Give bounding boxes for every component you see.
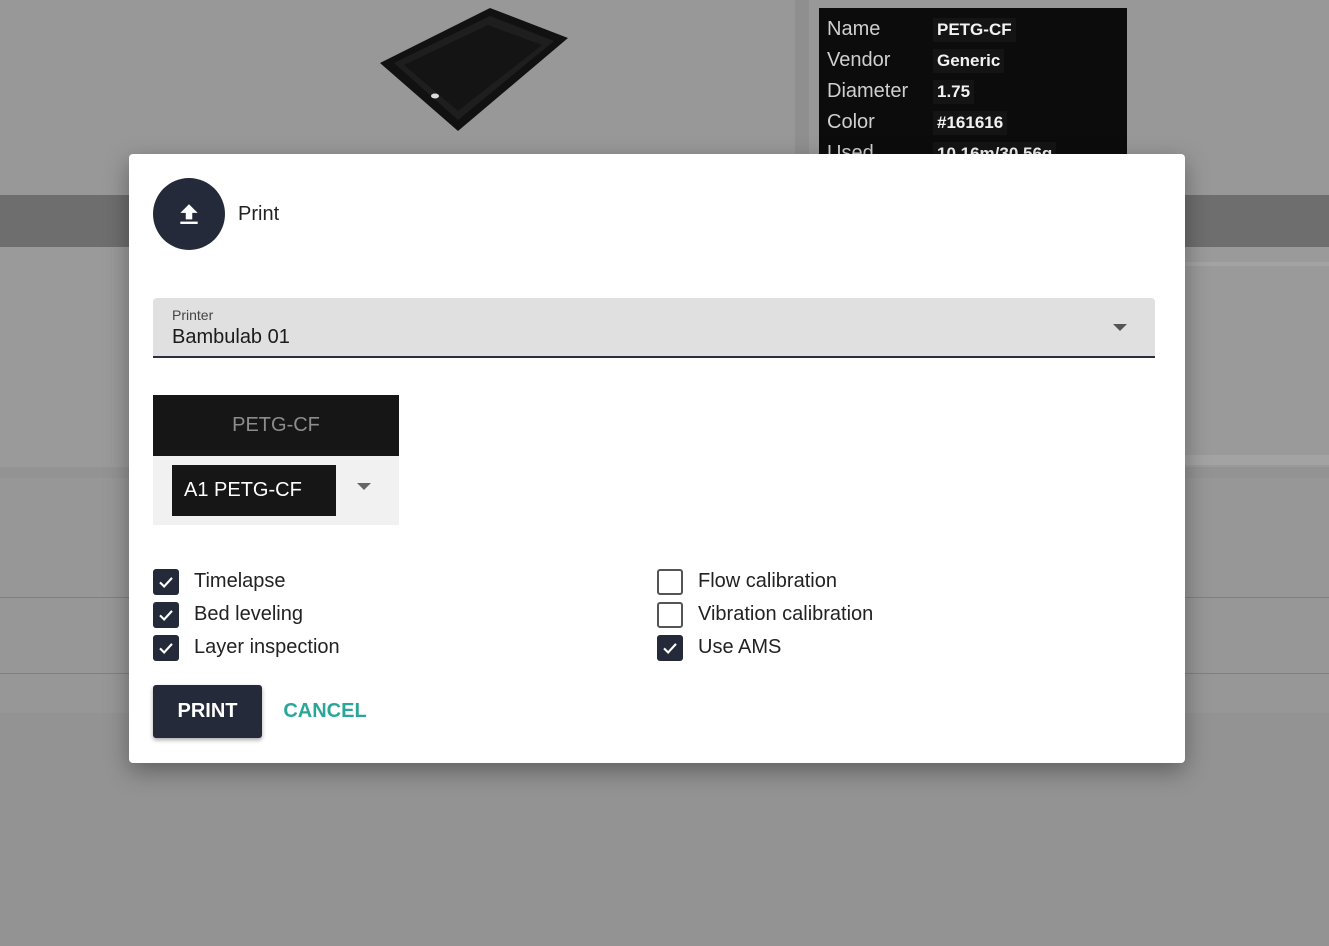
option-flow-calibration[interactable]: Flow calibration <box>657 565 873 598</box>
print-dialog: Print Printer Bambulab 01 PETG-CF A1 PET… <box>129 154 1185 763</box>
option-label: Flow calibration <box>698 570 837 592</box>
filament-info-panel: Name PETG-CF Vendor Generic Diameter 1.7… <box>819 8 1127 166</box>
checkbox-checked-icon[interactable] <box>153 634 179 661</box>
checkbox-unchecked-icon[interactable] <box>657 601 683 628</box>
checkbox-checked-icon[interactable] <box>153 568 179 595</box>
upload-icon <box>153 178 225 250</box>
info-key: Name <box>827 18 881 40</box>
cancel-button[interactable]: CANCEL <box>275 685 375 738</box>
info-row: Name PETG-CF <box>827 14 1119 45</box>
panel-divider <box>1180 455 1329 465</box>
info-key: Color <box>827 111 875 133</box>
print-button[interactable]: PRINT <box>153 685 262 738</box>
dialog-header: Print <box>153 178 279 250</box>
checkbox-unchecked-icon[interactable] <box>657 568 683 595</box>
filament-card: PETG-CF A1 PETG-CF <box>153 395 399 525</box>
option-bed-leveling[interactable]: Bed leveling <box>153 598 340 631</box>
option-label: Timelapse <box>194 570 286 592</box>
printer-select-label: Printer <box>172 307 214 323</box>
options-right: Flow calibration Vibration calibration U… <box>657 565 873 664</box>
info-key: Vendor <box>827 49 891 71</box>
option-layer-inspection[interactable]: Layer inspection <box>153 631 340 664</box>
option-label: Vibration calibration <box>698 603 874 625</box>
info-row: Diameter 1.75 <box>827 76 1119 107</box>
info-row: Color #161616 <box>827 107 1119 138</box>
printer-select-value: Bambulab 01 <box>172 326 290 348</box>
dropdown-arrow-icon <box>1113 324 1127 331</box>
panel-divider <box>1180 262 1329 266</box>
checkbox-checked-icon[interactable] <box>657 634 683 661</box>
checkbox-checked-icon[interactable] <box>153 601 179 628</box>
option-label: Layer inspection <box>194 636 340 658</box>
ams-slot-value: A1 PETG-CF <box>184 479 302 501</box>
info-value: PETG-CF <box>933 17 1016 42</box>
option-timelapse[interactable]: Timelapse <box>153 565 340 598</box>
ams-slot-select[interactable]: A1 PETG-CF <box>172 465 336 516</box>
filament-name: PETG-CF <box>153 395 399 456</box>
option-label: Bed leveling <box>194 603 303 625</box>
dropdown-arrow-icon[interactable] <box>357 483 371 490</box>
model-preview <box>380 8 568 131</box>
dialog-title: Print <box>238 202 280 225</box>
option-vibration-calibration[interactable]: Vibration calibration <box>657 598 873 631</box>
info-value: Generic <box>933 48 1005 73</box>
info-value: #161616 <box>933 110 1008 135</box>
info-row: Vendor Generic <box>827 45 1119 76</box>
option-label: Use AMS <box>698 636 782 658</box>
info-key: Diameter <box>827 80 909 102</box>
option-use-ams[interactable]: Use AMS <box>657 631 873 664</box>
info-value: 1.75 <box>933 79 975 104</box>
printer-select[interactable]: Printer Bambulab 01 <box>153 298 1155 358</box>
options-left: Timelapse Bed leveling Layer inspection <box>153 565 340 664</box>
